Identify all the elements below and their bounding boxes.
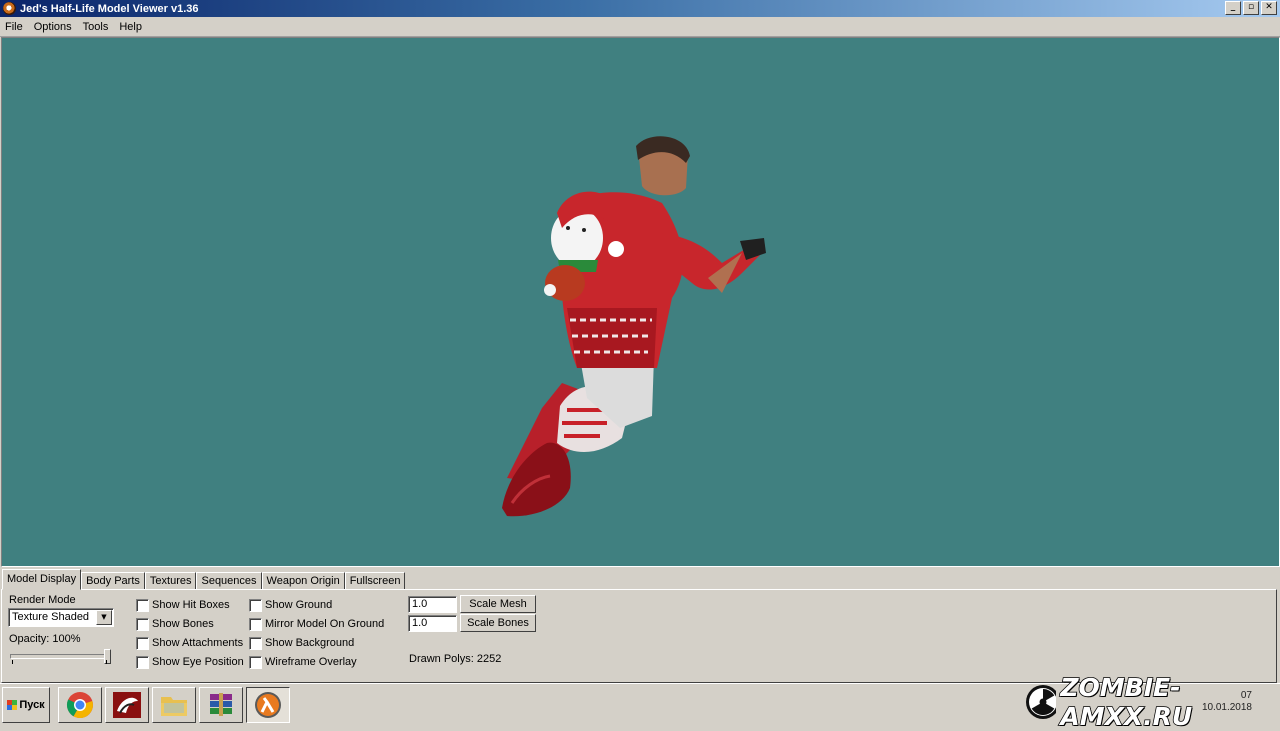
clock-time: 07 bbox=[1240, 690, 1252, 701]
tab-model-display[interactable]: Model Display bbox=[2, 569, 82, 590]
scale-mesh-input[interactable]: 1.0 bbox=[408, 596, 457, 613]
show-hit-boxes-label: Show Hit Boxes bbox=[152, 599, 230, 611]
taskbar-winrar[interactable] bbox=[199, 687, 243, 723]
start-button[interactable]: Пуск bbox=[2, 687, 50, 723]
show-eye-position-checkbox[interactable] bbox=[136, 656, 149, 669]
render-mode-label: Render Mode bbox=[9, 594, 76, 606]
wireframe-overlay-label: Wireframe Overlay bbox=[265, 656, 357, 668]
show-attachments-checkbox[interactable] bbox=[136, 637, 149, 650]
taskbar-game-launcher[interactable] bbox=[105, 687, 149, 723]
tab-textures[interactable]: Textures bbox=[144, 572, 197, 590]
close-button[interactable]: ✕ bbox=[1261, 1, 1277, 15]
tab-strip: Model Display Body Parts Textures Sequen… bbox=[2, 569, 406, 590]
show-attachments-label: Show Attachments bbox=[152, 637, 244, 649]
taskbar-half-life-viewer[interactable] bbox=[246, 687, 290, 723]
menu-options[interactable]: Options bbox=[29, 21, 78, 33]
taskbar-clock[interactable]: 07 10.01.2018 bbox=[1202, 690, 1252, 714]
menu-tools[interactable]: Tools bbox=[78, 21, 115, 33]
show-eye-position-label: Show Eye Position bbox=[152, 656, 244, 668]
scale-bones-input[interactable]: 1.0 bbox=[408, 615, 457, 632]
chevron-down-icon[interactable]: ▼ bbox=[96, 610, 112, 625]
chrome-icon bbox=[66, 692, 93, 719]
opacity-label: Opacity: 100% bbox=[9, 633, 81, 645]
menu-help[interactable]: Help bbox=[114, 21, 148, 33]
restore-button[interactable]: ▫ bbox=[1243, 1, 1259, 15]
menu-bar: File Options Tools Help bbox=[0, 17, 1280, 37]
taskbar-chrome[interactable] bbox=[58, 687, 102, 723]
start-label: Пуск bbox=[19, 699, 45, 711]
show-bones-label: Show Bones bbox=[152, 618, 214, 630]
app-icon bbox=[3, 2, 16, 15]
slider-tick bbox=[106, 660, 107, 664]
tab-sequences[interactable]: Sequences bbox=[196, 572, 262, 590]
wireframe-overlay-checkbox[interactable] bbox=[249, 656, 262, 669]
folder-icon bbox=[161, 697, 187, 716]
window-title: Jed's Half-Life Model Viewer v1.36 bbox=[20, 2, 199, 15]
mirror-model-label: Mirror Model On Ground bbox=[265, 618, 385, 630]
minimize-button[interactable]: _ bbox=[1225, 1, 1241, 15]
show-ground-label: Show Ground bbox=[265, 599, 333, 611]
render-mode-select[interactable]: Texture Shaded ▼ bbox=[8, 608, 114, 627]
game-launcher-icon bbox=[113, 692, 141, 718]
model-viewport[interactable] bbox=[1, 37, 1280, 567]
show-bones-checkbox[interactable] bbox=[136, 618, 149, 631]
slider-tick bbox=[12, 660, 13, 664]
render-mode-value: Texture Shaded bbox=[12, 611, 90, 623]
mirror-model-checkbox[interactable] bbox=[249, 618, 262, 631]
tab-body-parts[interactable]: Body Parts bbox=[81, 572, 145, 590]
show-background-checkbox[interactable] bbox=[249, 637, 262, 650]
tab-fullscreen[interactable]: Fullscreen bbox=[344, 572, 406, 590]
clock-date: 10.01.2018 bbox=[1201, 702, 1252, 713]
half-life-icon bbox=[255, 692, 281, 718]
opacity-slider-track[interactable] bbox=[10, 654, 110, 659]
taskbar-explorer[interactable] bbox=[152, 687, 196, 723]
drawn-polys-readout: Drawn Polys: 2252 bbox=[409, 653, 502, 665]
windows-logo-icon bbox=[7, 700, 18, 710]
show-ground-checkbox[interactable] bbox=[249, 599, 262, 612]
scale-mesh-button[interactable]: Scale Mesh bbox=[460, 595, 536, 613]
radiation-icon bbox=[1026, 684, 1057, 719]
scale-bones-button[interactable]: Scale Bones bbox=[460, 614, 536, 632]
tab-weapon-origin[interactable]: Weapon Origin bbox=[261, 572, 345, 590]
player-model bbox=[502, 136, 766, 517]
show-hit-boxes-checkbox[interactable] bbox=[136, 599, 149, 612]
menu-file[interactable]: File bbox=[0, 21, 29, 33]
winrar-icon bbox=[210, 693, 232, 716]
show-background-label: Show Background bbox=[265, 637, 355, 649]
title-bar: Jed's Half-Life Model Viewer v1.36 _ ▫ ✕ bbox=[0, 0, 1280, 17]
